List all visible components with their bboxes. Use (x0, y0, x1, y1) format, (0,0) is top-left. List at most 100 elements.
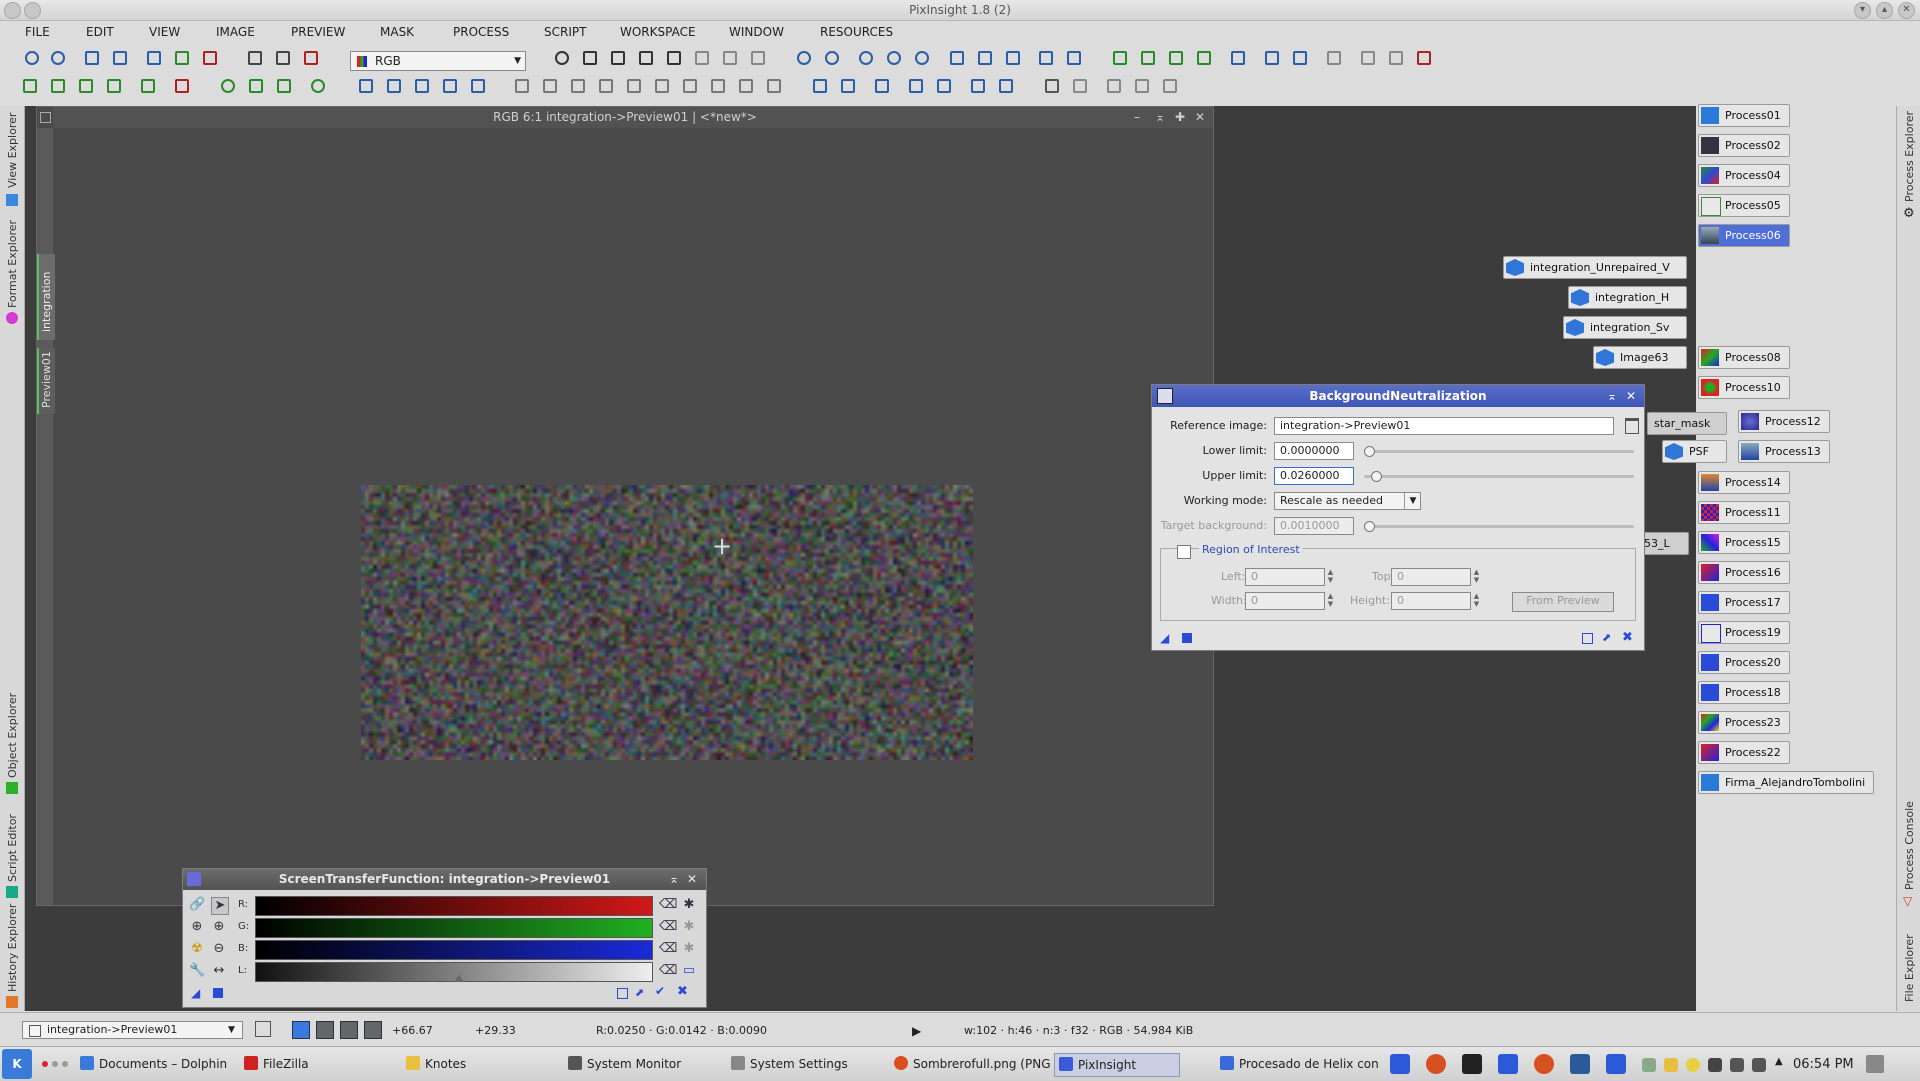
mask-tool-5[interactable] (624, 76, 644, 96)
tab-process-explorer[interactable]: Process Explorer ⚙ (1899, 106, 1919, 226)
checkmark-icon[interactable]: ✔ (655, 984, 665, 998)
image-icon[interactable]: 53_L (1639, 532, 1689, 555)
upper-limit-slider[interactable] (1364, 471, 1634, 482)
layout-icon-3[interactable] (1104, 76, 1124, 96)
activity-dot-icon[interactable] (52, 1061, 58, 1067)
menu-script[interactable]: SCRIPT (544, 25, 586, 39)
tab-file-explorer[interactable]: File Explorer (1899, 926, 1919, 1011)
task-dolphin[interactable]: Documents – Dolphin (80, 1053, 227, 1075)
image-icon[interactable]: integration_H (1568, 286, 1687, 309)
view-options-icon[interactable] (255, 1021, 271, 1037)
process-icon[interactable]: Process10 (1698, 376, 1790, 399)
refresh-icon-2[interactable] (246, 76, 266, 96)
channel-3-icon[interactable] (340, 1021, 358, 1039)
folder-icon[interactable] (1664, 1058, 1678, 1072)
rotate-icon-3[interactable] (412, 76, 432, 96)
icon-group-3[interactable] (76, 76, 96, 96)
pan-icon[interactable]: ↔ (211, 963, 227, 979)
layout-icon-5[interactable] (1160, 76, 1180, 96)
menu-file[interactable]: FILE (25, 25, 50, 39)
width-field[interactable]: 0 (1245, 592, 1325, 610)
tab-view-explorer[interactable]: View Explorer (2, 106, 22, 216)
browse-doc-icon[interactable] (1582, 633, 1593, 644)
network-icon[interactable] (1708, 1058, 1722, 1072)
menu-window[interactable]: WINDOW (729, 25, 784, 39)
link-icon[interactable]: 🔗 (189, 897, 205, 913)
settings-channel-icon[interactable]: ✱ (681, 919, 697, 935)
mask-show-icon[interactable] (245, 48, 265, 68)
undo-icon[interactable] (22, 48, 42, 68)
battery-icon[interactable] (1752, 1058, 1766, 1072)
preview-icon-4[interactable] (1358, 48, 1378, 68)
spin-icon[interactable]: ▲ ▼ (1325, 592, 1336, 610)
shade-dialog-icon[interactable]: ⌅ (1607, 385, 1617, 407)
monitor-icon[interactable]: ▭ (681, 963, 697, 979)
launcher-icon[interactable] (1498, 1054, 1518, 1074)
process-icon-2[interactable] (1138, 48, 1158, 68)
fit-window-icon[interactable] (947, 48, 967, 68)
mask-tool-7[interactable] (680, 76, 700, 96)
new-instance-icon[interactable]: ◢ (191, 986, 200, 1000)
working-mode-select[interactable]: Rescale as needed ▼ (1274, 492, 1421, 510)
pointer-icon[interactable]: ➤ (211, 897, 229, 915)
tab-script-editor[interactable]: Script Editor (2, 806, 22, 898)
process-icon[interactable]: Process16 (1698, 561, 1790, 584)
menu-mask[interactable]: MASK (380, 25, 414, 39)
pin-icon[interactable] (24, 2, 41, 19)
menu-image[interactable]: IMAGE (216, 25, 255, 39)
auto-stretch-icon[interactable]: ☢ (189, 941, 205, 957)
tab-history-explorer[interactable]: History Explorer (2, 904, 22, 1009)
tab-process-console[interactable]: Process Console ▽ (1899, 796, 1919, 908)
preview-icon-5[interactable] (1386, 48, 1406, 68)
task-sombrero[interactable]: Sombrerofull.png (PNG (894, 1053, 1051, 1075)
menu-view[interactable]: VIEW (149, 25, 180, 39)
process-icon[interactable]: Process11 (1698, 501, 1790, 524)
preview-icon-2[interactable] (1290, 48, 1310, 68)
mask-tool-8[interactable] (708, 76, 728, 96)
terminal-icon[interactable] (1462, 1054, 1482, 1074)
refresh-icon-1[interactable] (218, 76, 238, 96)
reset-channel-icon[interactable]: ⌫ (659, 897, 677, 913)
process-icon[interactable]: Process20 (1698, 651, 1790, 674)
mask-invert-icon[interactable] (273, 48, 293, 68)
minimize-window-icon[interactable]: ⌅ (1155, 107, 1165, 128)
zoom-out-icon[interactable] (822, 48, 842, 68)
refresh-icon-4[interactable] (308, 76, 328, 96)
maximize-icon[interactable]: ▴ (1876, 2, 1893, 19)
midtones-marker-icon[interactable] (454, 975, 464, 982)
menu-preview[interactable]: PREVIEW (291, 25, 345, 39)
activity-dot-icon[interactable] (42, 1061, 48, 1067)
maximize-window-icon[interactable]: ✚ (1175, 107, 1185, 128)
zoom-1-icon[interactable] (856, 48, 876, 68)
screen-icon-1[interactable] (810, 76, 830, 96)
preview-icon-1[interactable] (1262, 48, 1282, 68)
menu-edit[interactable]: EDIT (86, 25, 114, 39)
desktop-icon[interactable] (1866, 1055, 1884, 1073)
apply-global-icon[interactable] (1182, 633, 1192, 643)
wrench-icon[interactable]: 🔧 (189, 963, 205, 979)
volume-icon[interactable] (1730, 1058, 1744, 1072)
channel-b-bar[interactable] (255, 940, 653, 960)
zoom-fit-icon[interactable] (884, 48, 904, 68)
process-icon[interactable]: Process19 (1698, 621, 1790, 644)
mask-tool-2[interactable] (540, 76, 560, 96)
process-icon[interactable]: Process15 (1698, 531, 1790, 554)
process-icon[interactable]: Firma_AlejandroTombolini (1698, 771, 1874, 794)
play-icon[interactable]: ▶ (912, 1024, 921, 1038)
icon-group-2[interactable] (48, 76, 68, 96)
from-preview-button[interactable]: From Preview (1512, 592, 1614, 612)
reference-image-field[interactable]: integration->Preview01 (1274, 417, 1614, 435)
dynamic-icon[interactable] (692, 48, 712, 68)
reset-channel-icon[interactable]: ⌫ (659, 963, 677, 979)
process-icon[interactable]: Process22 (1698, 741, 1790, 764)
mask-tool-4[interactable] (596, 76, 616, 96)
reset-channel-icon[interactable]: ⌫ (659, 919, 677, 935)
mask-tool-10[interactable] (764, 76, 784, 96)
task-procesado[interactable]: Procesado de Helix con (1220, 1053, 1379, 1075)
mask-enable-icon[interactable] (301, 48, 321, 68)
channel-l-bar[interactable] (255, 962, 653, 982)
image-mask-icon[interactable] (200, 48, 220, 68)
zoom-out-icon[interactable]: ⊖ (211, 941, 227, 957)
process-icon[interactable]: Process13 (1738, 440, 1830, 463)
task-system-settings[interactable]: System Settings (731, 1053, 848, 1075)
